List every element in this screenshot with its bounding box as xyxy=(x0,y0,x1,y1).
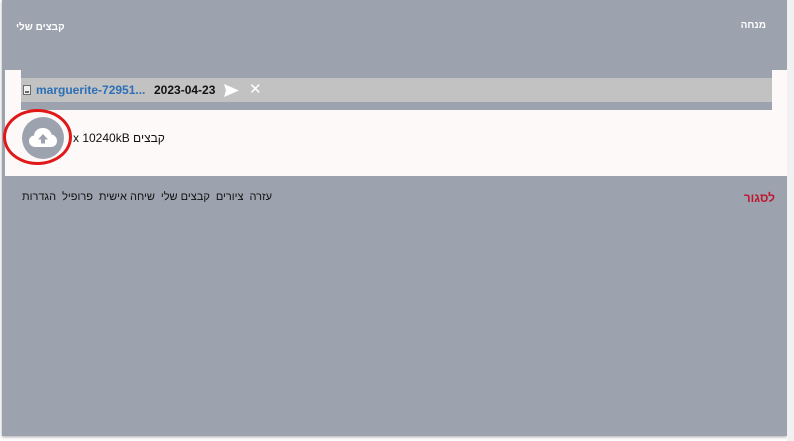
file-list-item: marguerite-72951... 2023-04-23 ✕ xyxy=(21,70,772,110)
nav-help[interactable]: עזרה xyxy=(250,191,272,203)
file-date: 2023-04-23 xyxy=(154,83,216,97)
image-file-icon xyxy=(23,85,31,95)
nav-drawings[interactable]: ציורים xyxy=(216,191,244,203)
file-row-body: marguerite-72951... 2023-04-23 ✕ xyxy=(21,78,772,102)
file-row-bottom-border xyxy=(21,102,772,110)
page-title: קבצים שלי xyxy=(16,22,65,33)
nav-my-files[interactable]: קבצים שלי xyxy=(161,191,210,203)
cloud-upload-icon xyxy=(29,128,57,147)
nav-private-chat[interactable]: שיחה אישית xyxy=(99,191,155,203)
scrollbar[interactable] xyxy=(787,0,794,441)
upload-limit-text: קבצים x 10240kB xyxy=(73,131,165,145)
upload-button[interactable] xyxy=(22,117,64,159)
nav-profile[interactable]: פרופיל xyxy=(62,191,93,203)
footer-nav: הגדרות פרופיל שיחה אישית קבצים שלי ציורי… xyxy=(16,191,272,203)
user-role-label[interactable]: מנחה xyxy=(741,20,766,31)
footer-bar: לסגור הגדרות פרופיל שיחה אישית קבצים שלי… xyxy=(2,176,787,436)
file-name-link[interactable]: marguerite-72951... xyxy=(36,83,145,97)
app-window: קבצים שלי מנחה marguerite-72951... 2023-… xyxy=(2,0,787,436)
close-icon[interactable]: ✕ xyxy=(249,82,262,97)
logout-link[interactable]: לסגור xyxy=(744,191,775,205)
send-icon[interactable] xyxy=(224,84,239,97)
files-panel: marguerite-72951... 2023-04-23 ✕ קבצים x… xyxy=(3,70,787,176)
header-bar: קבצים שלי מנחה xyxy=(2,0,787,54)
file-row-top-border xyxy=(21,70,772,78)
nav-settings[interactable]: הגדרות xyxy=(22,191,56,203)
